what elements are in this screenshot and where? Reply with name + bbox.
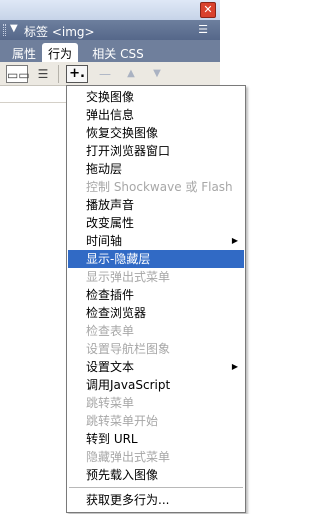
menu-item-drag-layer[interactable]: 拖动层 [68,160,244,178]
tab-related-css[interactable]: 相关 CSS [86,43,150,62]
panel-title: 标签 <img> [24,25,95,39]
menu-item-set-text[interactable]: 设置文本 ▶ [68,358,244,376]
menu-item-jump-menu-go: 跳转菜单开始 [86,414,159,428]
move-down-button[interactable]: ▼ [146,65,168,83]
menu-item-preload-images[interactable]: 预先载入图像 [68,466,244,484]
show-set-events-icon[interactable]: ▭▭ [6,65,30,83]
collapse-arrow-icon[interactable]: ▼ [10,23,18,34]
menu-item-jump-menu: 跳转菜单 [86,396,135,410]
remove-behavior-button[interactable]: — [94,65,116,83]
options-menu-icon[interactable]: ☰ [198,23,208,36]
close-icon[interactable]: ✕ [200,2,216,18]
menu-item-check-plugin[interactable]: 检查插件 [68,286,244,304]
toolbar-divider [58,65,59,83]
menu-item-popup-message[interactable]: 弹出信息 [68,106,244,124]
menu-item-swap-image[interactable]: 交换图像 [68,88,244,106]
submenu-arrow-icon: ▶ [231,236,238,245]
menu-item-swap-image-restore[interactable]: 恢复交换图像 [68,124,244,142]
menu-item-set-text-label: 设置文本 [86,360,135,374]
menu-item-show-hide-layers[interactable]: 显示-隐藏层 [68,250,244,268]
menu-item-change-property[interactable]: 改变属性 [68,214,244,232]
add-behavior-button[interactable]: +. [66,65,88,83]
move-up-button[interactable]: ▲ [120,65,142,83]
menu-item-get-more-behaviors[interactable]: 获取更多行为... [68,491,244,509]
menu-separator [69,487,243,488]
panel-tabs: 属性 行为 相关 CSS [0,40,220,62]
list-header-row [0,87,68,103]
show-all-events-icon[interactable]: ☰ [32,65,54,83]
panel-titlebar[interactable]: ▼ 标签 <img> ☰ [0,20,220,40]
menu-item-call-javascript[interactable]: 调用JavaScript [68,376,244,394]
tab-behaviors[interactable]: 行为 [42,43,78,62]
grip-icon[interactable] [3,24,6,36]
menu-item-check-browser[interactable]: 检查浏览器 [68,304,244,322]
panel-group-topbar: ✕ [0,0,220,20]
submenu-arrow-icon: ▶ [231,362,238,371]
menu-item-show-popup-menu: 显示弹出式菜单 [86,270,171,284]
menu-item-timeline[interactable]: 时间轴 ▶ [68,232,244,250]
menu-item-open-browser-window[interactable]: 打开浏览器窗口 [68,142,244,160]
menu-item-go-to-url[interactable]: 转到 URL [68,430,244,448]
tab-attributes[interactable]: 属性 [8,43,40,62]
menu-item-hide-popup-menu: 隐藏弹出式菜单 [86,450,171,464]
menu-item-validate-form: 检查表单 [86,324,135,338]
add-behavior-menu: 交换图像 弹出信息 恢复交换图像 打开浏览器窗口 拖动层 控制 Shockwav… [66,85,246,513]
menu-item-play-sound[interactable]: 播放声音 [68,196,244,214]
menu-item-control-shockwave-flash: 控制 Shockwave 或 Flash [86,180,233,194]
menu-item-timeline-label: 时间轴 [86,234,123,248]
behaviors-toolbar: ▭▭ ☰ +. — ▲ ▼ [0,62,220,86]
menu-item-set-nav-bar-image: 设置导航栏图象 [86,342,171,356]
